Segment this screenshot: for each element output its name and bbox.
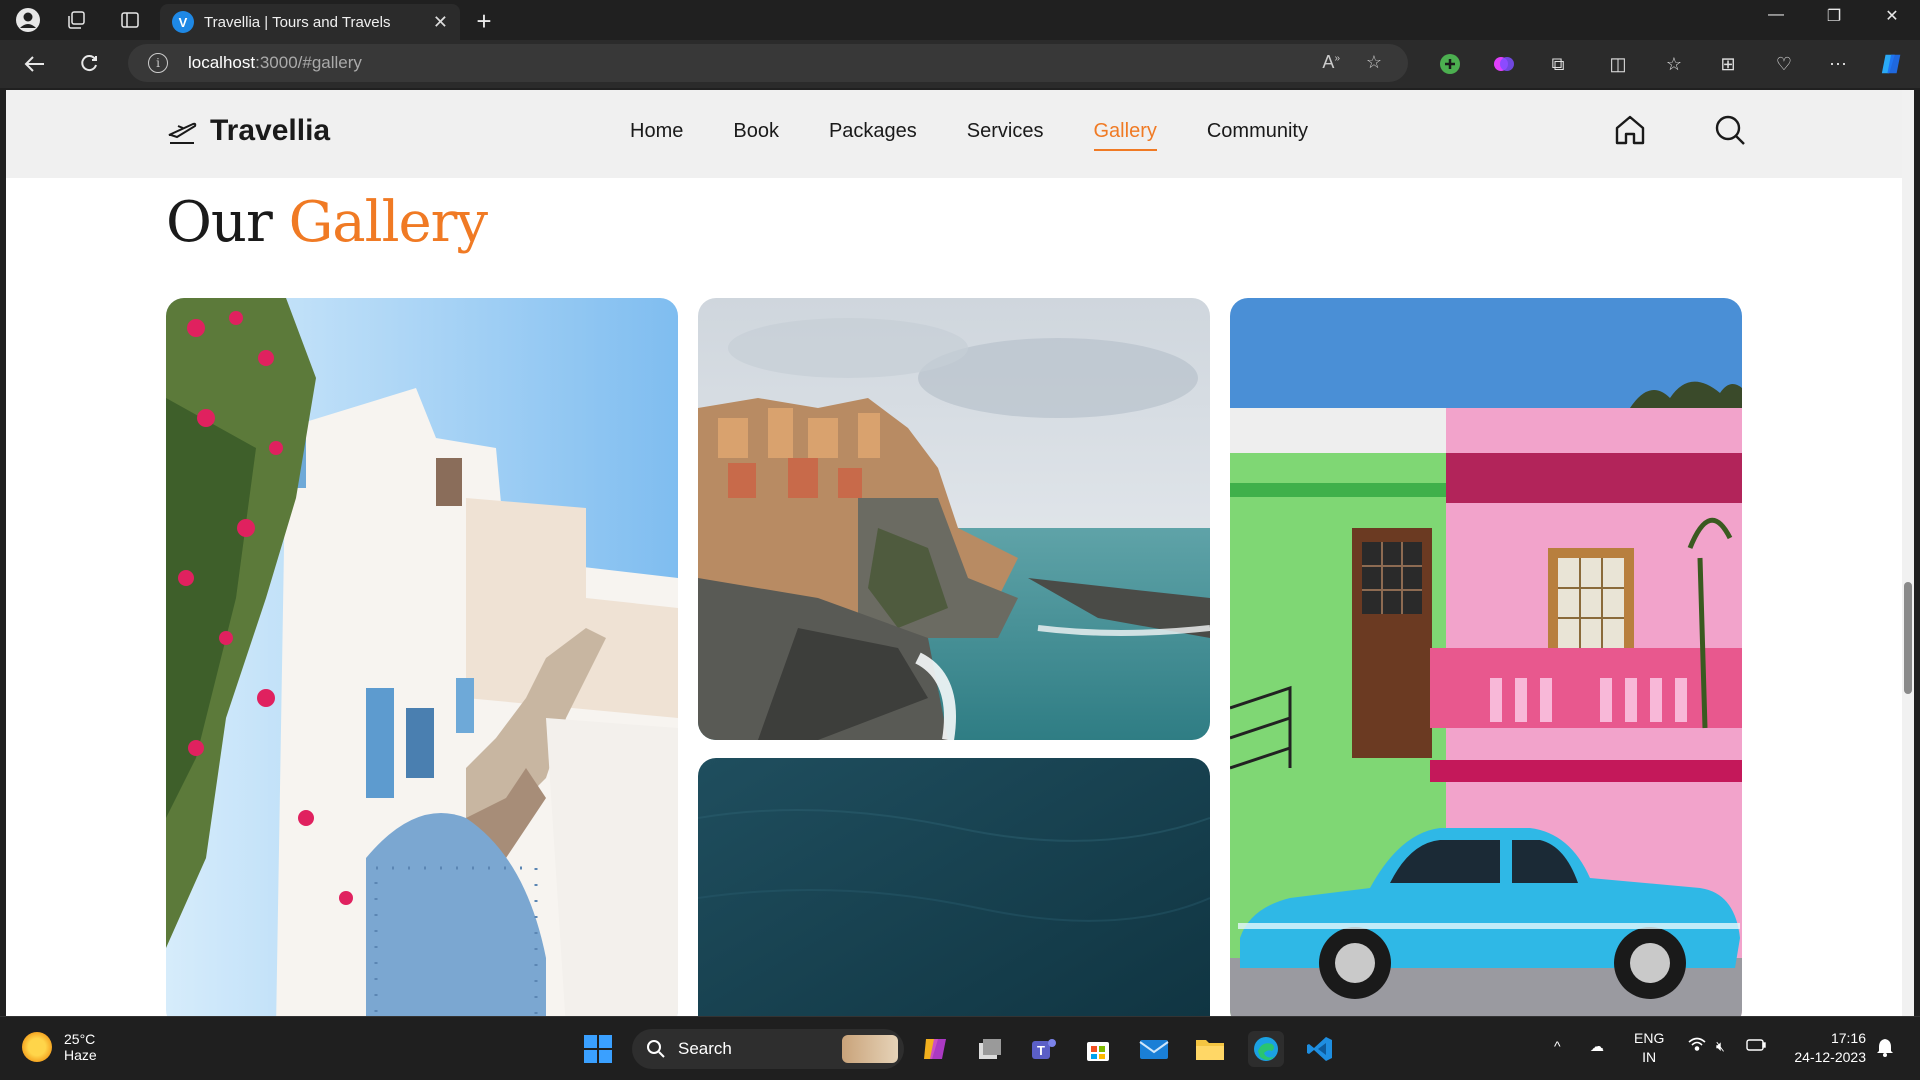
favorite-star-icon[interactable]: ☆ — [1366, 52, 1382, 73]
browser-essentials-icon[interactable]: ♡ — [1772, 52, 1796, 76]
minimize-icon[interactable]: — — [1756, 6, 1796, 24]
new-tab-icon[interactable]: + — [470, 6, 498, 37]
vscode-icon[interactable] — [1302, 1031, 1338, 1067]
read-aloud-icon[interactable]: A» — [1322, 52, 1340, 73]
back-icon[interactable] — [18, 48, 52, 80]
show-hidden-icons[interactable]: ^ — [1554, 1037, 1561, 1056]
workspaces-icon[interactable] — [62, 6, 90, 34]
main-nav: Home Book Packages Services Gallery Comm… — [630, 120, 1308, 151]
nav-community[interactable]: Community — [1207, 120, 1308, 151]
nav-packages[interactable]: Packages — [829, 120, 917, 151]
clock[interactable]: 17:16 24-12-2023 — [1786, 1029, 1866, 1067]
battery-icon[interactable] — [1746, 1037, 1766, 1056]
favorites-icon[interactable]: ☆ — [1662, 52, 1686, 76]
file-explorer-icon[interactable] — [1192, 1031, 1228, 1067]
gallery-image-ocean[interactable] — [698, 758, 1210, 1016]
language-code: ENG — [1634, 1030, 1665, 1046]
restore-icon[interactable]: ❐ — [1814, 6, 1854, 26]
weather-temp: 25°C — [64, 1031, 96, 1047]
web-page: Travellia Home Book Packages Services Ga… — [6, 90, 1914, 1016]
nav-services[interactable]: Services — [967, 120, 1044, 151]
gallery-title-accent: Gallery — [288, 190, 488, 255]
copilot-icon[interactable] — [1880, 52, 1904, 76]
close-tab-icon[interactable]: ✕ — [433, 12, 448, 33]
mail-icon[interactable] — [1136, 1031, 1172, 1067]
wifi-icon[interactable] — [1688, 1037, 1706, 1056]
extension-add-icon[interactable] — [1438, 52, 1462, 76]
weather-haze-icon — [22, 1032, 52, 1062]
vertical-tabs-icon[interactable] — [116, 6, 144, 34]
tab-bar: V Travellia | Tours and Travels ✕ + — ❐ … — [0, 0, 1920, 40]
page-scrollbar[interactable] — [1902, 90, 1914, 1016]
taskbar-search-label: Search — [678, 1039, 732, 1058]
weather-widget[interactable]: 25°C Haze — [22, 1031, 97, 1063]
scrollbar-thumb[interactable] — [1904, 582, 1912, 694]
address-path: :3000/#gallery — [255, 53, 362, 72]
active-tab[interactable]: V Travellia | Tours and Travels ✕ — [160, 4, 460, 40]
language-region: IN — [1642, 1049, 1657, 1065]
clock-date: 24-12-2023 — [1794, 1049, 1866, 1065]
microsoft-store-icon[interactable] — [1080, 1031, 1116, 1067]
onedrive-cloud-icon[interactable]: ☁ — [1590, 1037, 1604, 1056]
address-host: localhost — [188, 53, 256, 72]
nav-gallery[interactable]: Gallery — [1093, 120, 1158, 151]
gallery-title-part1: Our — [166, 190, 273, 255]
gallery-title: Our Gallery — [166, 190, 488, 255]
tab-title: Travellia | Tours and Travels — [204, 13, 391, 31]
home-icon[interactable] — [1612, 112, 1648, 148]
weather-condition: Haze — [64, 1047, 97, 1063]
nav-book[interactable]: Book — [733, 120, 779, 151]
address-bar[interactable]: i localhost:3000/#gallery A» ☆ — [128, 44, 1408, 82]
search-icon[interactable] — [1712, 112, 1748, 148]
browser-toolbar: i localhost:3000/#gallery A» ☆ ⧉ ◫ ☆ ⊞ ♡… — [0, 40, 1920, 88]
task-view-icon[interactable] — [972, 1031, 1008, 1067]
copilot-taskbar-icon[interactable] — [918, 1031, 954, 1067]
clock-time: 17:16 — [1830, 1030, 1866, 1046]
browser-chrome: V Travellia | Tours and Travels ✕ + — ❐ … — [0, 0, 1920, 90]
windows-start-icon[interactable] — [580, 1031, 616, 1067]
profile-icon[interactable] — [14, 6, 42, 34]
edge-browser-icon[interactable] — [1248, 1031, 1284, 1067]
notifications-bell-icon[interactable] — [1876, 1037, 1894, 1062]
taskbar-search-icon — [647, 1040, 665, 1058]
svg-text:T: T — [1037, 1043, 1045, 1058]
close-window-icon[interactable]: ✕ — [1872, 6, 1912, 26]
teams-icon[interactable]: T — [1026, 1031, 1062, 1067]
gallery-image-colorful-street[interactable] — [1230, 298, 1742, 1016]
nav-home[interactable]: Home — [630, 120, 683, 151]
refresh-icon[interactable] — [72, 48, 106, 80]
taskbar-search[interactable]: Search — [632, 1029, 904, 1069]
collections-icon[interactable]: ⊞ — [1716, 52, 1740, 76]
site-favicon-icon: V — [172, 11, 194, 33]
split-screen-icon[interactable]: ◫ — [1606, 52, 1630, 76]
gallery-image-coastal-cliff[interactable] — [698, 298, 1210, 740]
language-indicator[interactable]: ENG IN — [1634, 1029, 1664, 1067]
extensions-icon[interactable]: ⧉ — [1546, 52, 1570, 76]
gallery-image-santorini[interactable] — [166, 298, 678, 1016]
more-options-icon[interactable]: ⋯ — [1826, 52, 1850, 76]
volume-muted-icon[interactable]: 🔇︎ — [1716, 1037, 1725, 1056]
windows-taskbar: 25°C Haze Search T ^ ☁ ENG IN 🔇︎ 17:16 2… — [0, 1016, 1920, 1080]
plane-icon — [168, 122, 197, 144]
search-highlight-icon — [842, 1035, 898, 1063]
brand-logo[interactable]: Travellia — [166, 114, 330, 148]
site-header: Travellia Home Book Packages Services Ga… — [6, 90, 1902, 178]
brand-name: Travellia — [210, 114, 331, 147]
site-info-icon[interactable]: i — [148, 53, 168, 73]
extension-brain-icon[interactable] — [1492, 52, 1516, 76]
